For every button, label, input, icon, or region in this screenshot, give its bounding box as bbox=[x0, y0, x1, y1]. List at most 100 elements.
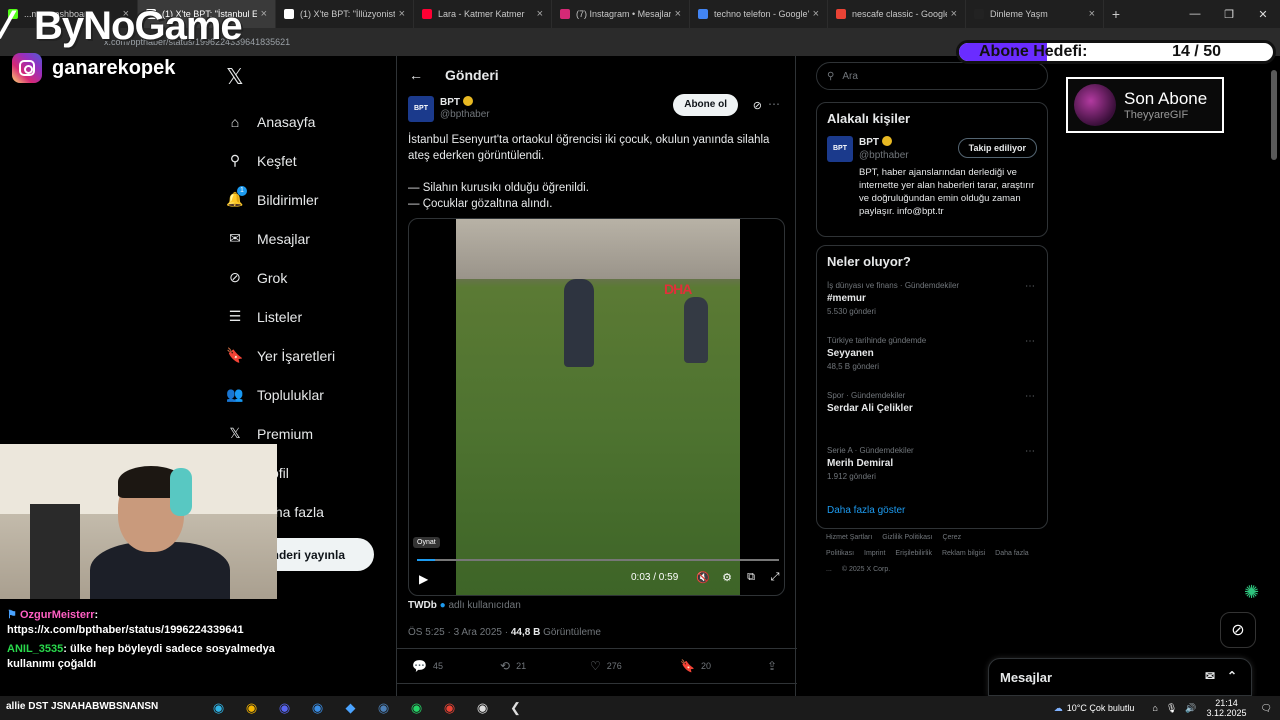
sidebar-item-6[interactable]: ☰ Listeler bbox=[226, 297, 386, 336]
related-person[interactable]: BPT BPT @bpthaber Takip ediliyor BPT, ha… bbox=[817, 126, 1047, 236]
author-avatar[interactable]: BPT bbox=[408, 96, 434, 122]
trend-item[interactable]: İş dünyası ve finans · Gündemdekiler #mem… bbox=[817, 279, 1047, 334]
like-button[interactable]: ♡ 276 bbox=[590, 659, 622, 673]
video-player[interactable]: DHA Oynat ▶ 0:03 / 0:59 🔇 ⚙ ⧉ ⤢ bbox=[408, 218, 785, 596]
obs-icon[interactable]: ◉ bbox=[466, 700, 499, 716]
sidebar-item-2[interactable]: ⚲ Keşfet bbox=[226, 141, 386, 180]
chrome-icon[interactable]: ◉ bbox=[235, 700, 268, 716]
repost-button[interactable]: ⟲ 21 bbox=[500, 659, 526, 673]
restore-icon[interactable]: ❐ bbox=[1212, 8, 1246, 21]
browser-tab[interactable]: Lara - Katmer Katmer × bbox=[414, 0, 552, 28]
app-icon[interactable]: ◆ bbox=[334, 700, 367, 716]
grok-float-button[interactable]: ⊘ bbox=[1220, 612, 1256, 648]
post-time[interactable]: ÖS 5:25 · 3 Ara 2025 · bbox=[408, 627, 511, 638]
volume-icon[interactable]: 🔊 bbox=[1185, 703, 1196, 714]
related-avatar[interactable]: BPT bbox=[827, 136, 853, 162]
notification-icon[interactable]: 🗨 bbox=[1261, 703, 1272, 714]
new-message-icon[interactable]: ✉ bbox=[1205, 669, 1215, 683]
ai-assistant-icon[interactable]: ✺ bbox=[1244, 582, 1259, 603]
more-icon[interactable]: ⋯ bbox=[768, 97, 780, 111]
sidebar-item-8[interactable]: 👥 Topluluklar bbox=[226, 375, 386, 414]
show-more-link[interactable]: Daha fazla göster bbox=[817, 499, 1047, 528]
search-input[interactable]: ⚲ Ara bbox=[816, 62, 1048, 90]
chrome-active-icon[interactable]: ◉ bbox=[433, 700, 466, 716]
post-author: BPT BPT @bpthaber Abone ol ⊘ ⋯ bbox=[408, 94, 788, 126]
share-button[interactable]: ⇪ bbox=[767, 659, 783, 673]
close-window-icon[interactable]: ✕ bbox=[1246, 8, 1280, 21]
author-name[interactable]: BPT bbox=[440, 96, 473, 108]
video-source-user[interactable]: TWDb bbox=[408, 600, 437, 611]
related-name[interactable]: BPT bbox=[859, 136, 892, 148]
following-button[interactable]: Takip ediliyor bbox=[957, 138, 1037, 158]
reply-button[interactable]: 💬 45 bbox=[412, 659, 443, 673]
tab-favicon-icon bbox=[698, 9, 708, 19]
trend-item[interactable]: Spor · Gündemdekiler Serdar Ali Çelikler ⋯ bbox=[817, 389, 1047, 444]
browser-tab[interactable]: Dinleme Yaşm × bbox=[966, 0, 1104, 28]
video-progress[interactable] bbox=[417, 559, 779, 561]
scrollbar[interactable] bbox=[1271, 70, 1277, 160]
x-logo-icon[interactable]: 𝕏 bbox=[226, 64, 244, 90]
discord-icon[interactable]: ◉ bbox=[268, 700, 301, 716]
system-tray: ☁ 10°C Çok bulutlu ⌂ 🎙 🔊 21:14 3.12.2025… bbox=[1054, 696, 1280, 720]
footer-link[interactable]: Reklam bilgisi bbox=[942, 550, 985, 557]
sidebar-item-3[interactable]: 🔔 Bildirimler 1 bbox=[226, 180, 386, 219]
footer-link[interactable]: Hizmet Şartları bbox=[826, 534, 872, 541]
tab-close-icon[interactable]: × bbox=[261, 8, 267, 20]
mic-icon[interactable]: 🎙 bbox=[1166, 703, 1177, 714]
tab-close-icon[interactable]: × bbox=[1089, 8, 1095, 20]
grok-icon[interactable]: ⊘ bbox=[753, 99, 762, 112]
browser-tab[interactable]: (7) Instagram • Mesajlar × bbox=[552, 0, 690, 28]
pip-icon[interactable]: ⧉ bbox=[739, 571, 763, 584]
video-frame[interactable]: DHA bbox=[456, 219, 740, 595]
main-column: ← Gönderi BPT BPT @bpthaber Abone ol ⊘ ⋯… bbox=[396, 56, 797, 696]
play-icon[interactable]: ▶ bbox=[419, 572, 428, 586]
settings-icon[interactable]: ⚙ bbox=[715, 571, 739, 584]
tab-close-icon[interactable]: × bbox=[399, 8, 405, 20]
tab-close-icon[interactable]: × bbox=[951, 8, 957, 20]
chevron-up-icon[interactable]: ⌃ bbox=[1227, 669, 1237, 683]
sub-goal-label: Abone Hedefi: bbox=[979, 43, 1088, 60]
network-icon[interactable]: ⌂ bbox=[1152, 703, 1157, 713]
steam-icon[interactable]: ◉ bbox=[367, 700, 400, 716]
footer-link[interactable]: Erişilebilirlik bbox=[895, 550, 932, 557]
tab-close-icon[interactable]: × bbox=[813, 8, 819, 20]
minimize-icon[interactable]: — bbox=[1178, 8, 1212, 20]
sidebar-item-5[interactable]: ⊘ Grok bbox=[226, 258, 386, 297]
app-icon[interactable]: ❮ bbox=[499, 700, 532, 716]
sidebar-item-4[interactable]: ✉ Mesajlar bbox=[226, 219, 386, 258]
edge-icon[interactable]: ◉ bbox=[202, 700, 235, 716]
whatsapp-icon[interactable]: ◉ bbox=[400, 700, 433, 716]
sidebar-item-1[interactable]: ⌂ Anasayfa bbox=[226, 102, 386, 141]
related-handle: @bpthaber bbox=[859, 150, 909, 161]
browser-tab[interactable]: techno telefon - Google'c × bbox=[690, 0, 828, 28]
ccleaner-icon[interactable]: ◉ bbox=[301, 700, 334, 716]
author-handle[interactable]: @bpthaber bbox=[440, 109, 490, 120]
more-icon[interactable]: ⋯ bbox=[1025, 336, 1035, 347]
mute-icon[interactable]: 🔇 bbox=[691, 571, 715, 584]
footer-link[interactable]: Imprint bbox=[864, 550, 885, 557]
sidebar-item-7[interactable]: 🔖 Yer İşaretleri bbox=[226, 336, 386, 375]
more-icon[interactable]: ⋯ bbox=[1025, 446, 1035, 457]
weather-text[interactable]: 10°C Çok bulutlu bbox=[1067, 703, 1135, 713]
bookmark-button[interactable]: 🔖 20 bbox=[680, 659, 711, 673]
tab-favicon-icon bbox=[422, 9, 432, 19]
tab-close-icon[interactable]: × bbox=[537, 8, 543, 20]
more-icon[interactable]: ⋯ bbox=[1025, 391, 1035, 402]
sub-goal-count: 14 / 50 bbox=[1172, 43, 1221, 60]
browser-tab[interactable]: nescafe classic - Google A × bbox=[828, 0, 966, 28]
trend-item[interactable]: Türkiye tarihinde gündemde Seyyanen 48,5 B… bbox=[817, 334, 1047, 389]
back-arrow-icon[interactable]: ← bbox=[409, 67, 423, 83]
weather-icon[interactable]: ☁ bbox=[1054, 703, 1063, 714]
footer-link[interactable]: Gizlilik Politikası bbox=[882, 534, 932, 541]
messages-drawer[interactable]: Mesajlar ✉ ⌃ bbox=[988, 658, 1252, 696]
more-icon[interactable]: ⋯ bbox=[1025, 281, 1035, 292]
browser-tab[interactable]: (1) X'te BPT: "İllüzyonist A × bbox=[276, 0, 414, 28]
footer-link[interactable]: © 2025 X Corp. bbox=[842, 566, 890, 573]
trend-item[interactable]: Serie A · Gündemdekiler Merih Demiral 1.91… bbox=[817, 444, 1047, 499]
clock[interactable]: 21:14 3.12.2025 bbox=[1207, 698, 1247, 718]
fullscreen-icon[interactable]: ⤢ bbox=[763, 571, 784, 584]
tab-close-icon[interactable]: × bbox=[675, 8, 681, 20]
follow-button[interactable]: Abone ol bbox=[673, 94, 738, 116]
video-time: 0:03 / 0:59 bbox=[631, 572, 679, 583]
new-tab-button[interactable]: + bbox=[1104, 6, 1128, 22]
